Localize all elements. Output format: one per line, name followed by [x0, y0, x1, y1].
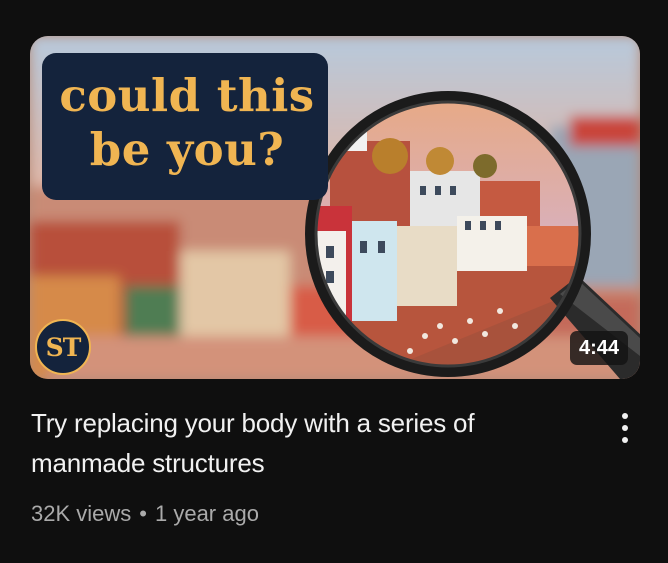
- more-options-button[interactable]: [605, 404, 645, 452]
- video-metadata: 32K views • 1 year ago: [31, 500, 259, 528]
- video-duration-badge: 4:44: [569, 331, 628, 365]
- video-card: could this be you? ST 4:44 Try replacing…: [0, 0, 668, 563]
- channel-logo: ST: [35, 319, 91, 375]
- video-title[interactable]: Try replacing your body with a series of…: [31, 403, 571, 483]
- view-count: 32K views: [31, 501, 132, 526]
- video-thumbnail[interactable]: could this be you? ST 4:44: [30, 36, 640, 379]
- thumbnail-caption-line2: be you?: [89, 123, 285, 176]
- upload-age: 1 year ago: [154, 501, 259, 526]
- more-vertical-icon: [622, 410, 628, 446]
- thumbnail-caption-line1: could this: [59, 69, 315, 122]
- meta-separator: •: [139, 501, 147, 526]
- thumbnail-caption-box: could this be you?: [42, 53, 328, 200]
